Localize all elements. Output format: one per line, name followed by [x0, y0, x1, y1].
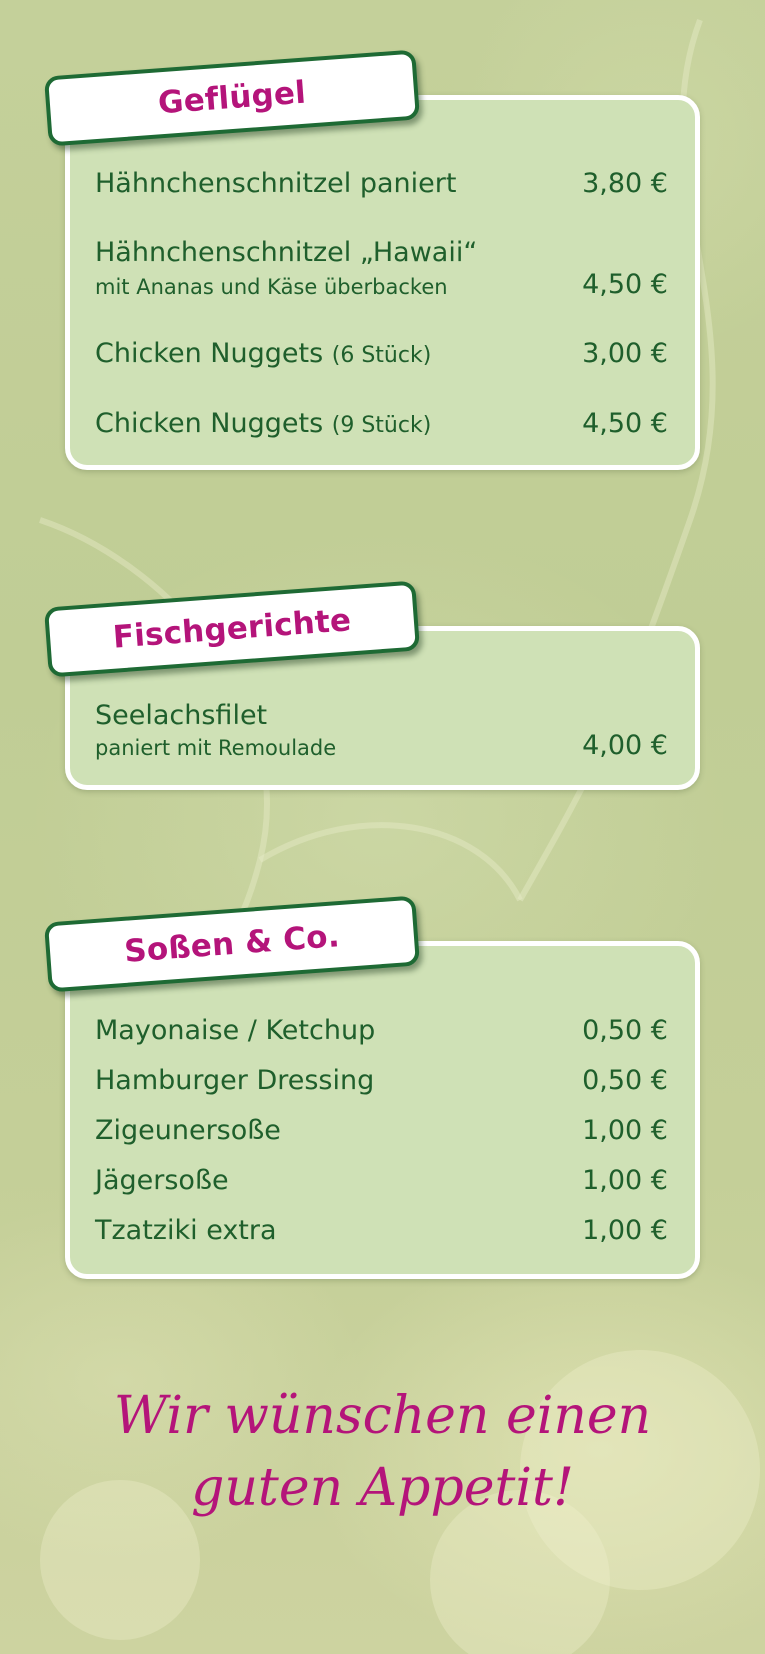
item-price: 4,50 € — [582, 408, 668, 439]
item-price: 4,00 € — [582, 730, 668, 761]
item-price: 0,50 € — [582, 1015, 668, 1046]
section-title: Soßen & Co. — [123, 918, 341, 970]
section-title: Geflügel — [156, 74, 308, 122]
closing-message: Wir wünschen einen guten Appetit! — [0, 1380, 765, 1524]
item-name: Seelachsfilet — [95, 700, 268, 731]
item-price: 4,50 € — [582, 269, 668, 300]
item-price: 0,50 € — [582, 1065, 668, 1096]
item-price: 3,00 € — [582, 338, 668, 369]
item-price: 3,80 € — [582, 168, 668, 199]
section-title: Fischgerichte — [111, 602, 353, 656]
item-name: Hähnchenschnitzel „Hawaii“ — [95, 237, 478, 268]
item-price: 1,00 € — [582, 1215, 668, 1246]
item-price: 1,00 € — [582, 1115, 668, 1146]
item-price: 1,00 € — [582, 1165, 668, 1196]
closing-line-2: guten Appetit! — [191, 1458, 574, 1518]
closing-line-1: Wir wünschen einen — [113, 1386, 652, 1446]
